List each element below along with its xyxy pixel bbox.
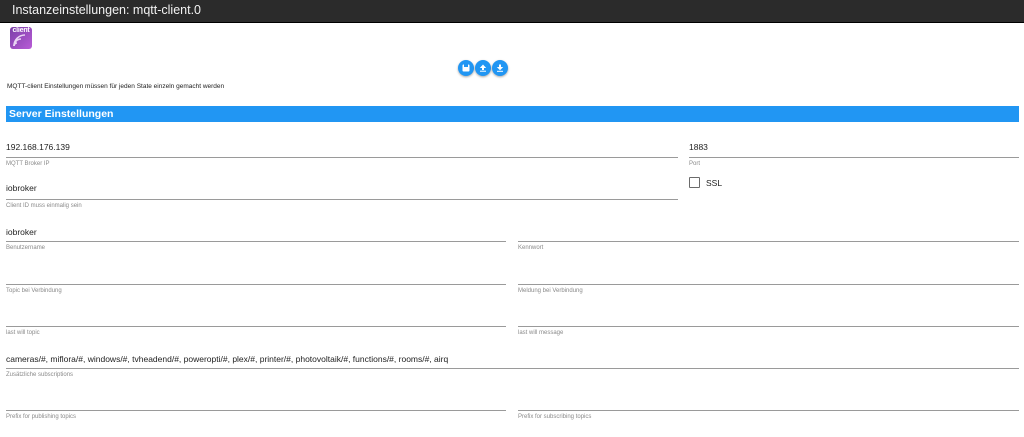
client-id-input[interactable]: iobroker <box>6 183 37 193</box>
section-title: Server Einstellungen <box>9 108 114 120</box>
adapter-logo: client <box>10 27 32 49</box>
broker-ip-input[interactable]: 192.168.176.139 <box>6 142 70 152</box>
settings-note: MQTT-client Einstellungen müssen für jed… <box>7 83 225 90</box>
connect-message-underline <box>518 284 1019 285</box>
password-label: Kennwort <box>518 245 544 251</box>
subscribe-prefix-underline <box>518 410 1019 411</box>
client-id-label: Client ID muss einmalig sein <box>6 203 82 209</box>
download-icon <box>496 64 504 72</box>
broker-ip-field: 192.168.176.139 MQTT Broker IP <box>6 140 678 170</box>
upload-button[interactable] <box>475 60 491 76</box>
window-title: Instanzeinstellungen: mqtt-client.0 <box>12 3 201 17</box>
broker-ip-label: MQTT Broker IP <box>6 161 50 167</box>
section-header-server: Server Einstellungen <box>6 106 1019 122</box>
username-underline <box>6 241 506 242</box>
port-field: 1883 Port <box>689 140 1019 170</box>
ssl-label: SSL <box>706 178 723 188</box>
last-will-message-label: last will message <box>518 330 564 336</box>
window-title-bar: Instanzeinstellungen: mqtt-client.0 <box>0 0 1024 23</box>
username-input[interactable]: iobroker <box>6 227 37 237</box>
connect-topic-field: Topic bei Verbindung <box>6 268 506 298</box>
subscriptions-label: Zusätzliche subscriptions <box>6 372 74 378</box>
publish-prefix-field: Prefix for publishing topics <box>6 394 506 424</box>
upload-icon <box>479 64 487 72</box>
port-label: Port <box>689 161 701 167</box>
client-id-field: iobroker Client ID muss einmalig sein <box>6 181 678 211</box>
password-underline <box>518 241 1019 242</box>
client-id-underline <box>6 199 678 200</box>
last-will-topic-label: last will topic <box>6 330 40 336</box>
subscribe-prefix-field: Prefix for subscribing topics <box>518 394 1019 424</box>
publish-prefix-underline <box>6 410 506 411</box>
ssl-checkbox[interactable] <box>689 177 700 188</box>
subscriptions-underline <box>6 368 1019 369</box>
connect-topic-underline <box>6 284 506 285</box>
port-input[interactable]: 1883 <box>689 142 708 152</box>
signal-waves-icon <box>13 34 26 47</box>
last-will-message-underline <box>518 326 1019 327</box>
connect-message-field: Meldung bei Verbindung <box>518 268 1019 298</box>
connect-topic-label: Topic bei Verbindung <box>6 288 62 294</box>
connect-message-label: Meldung bei Verbindung <box>518 288 583 294</box>
save-icon <box>462 64 470 72</box>
broker-ip-underline <box>6 157 678 158</box>
username-label: Benutzername <box>6 245 46 251</box>
port-underline <box>689 157 1019 158</box>
save-button[interactable] <box>458 60 474 76</box>
password-field: Kennwort <box>518 225 1019 255</box>
last-will-topic-field: last will topic <box>6 310 506 340</box>
subscriptions-input[interactable]: cameras/#, miflora/#, windows/#, tvheade… <box>6 354 448 364</box>
download-button[interactable] <box>492 60 508 76</box>
last-will-topic-underline <box>6 326 506 327</box>
subscribe-prefix-label: Prefix for subscribing topics <box>518 414 592 420</box>
last-will-message-field: last will message <box>518 310 1019 340</box>
publish-prefix-label: Prefix for publishing topics <box>6 414 77 420</box>
subscriptions-field: cameras/#, miflora/#, windows/#, tvheade… <box>6 352 1019 382</box>
username-field: iobroker Benutzername <box>6 225 506 255</box>
